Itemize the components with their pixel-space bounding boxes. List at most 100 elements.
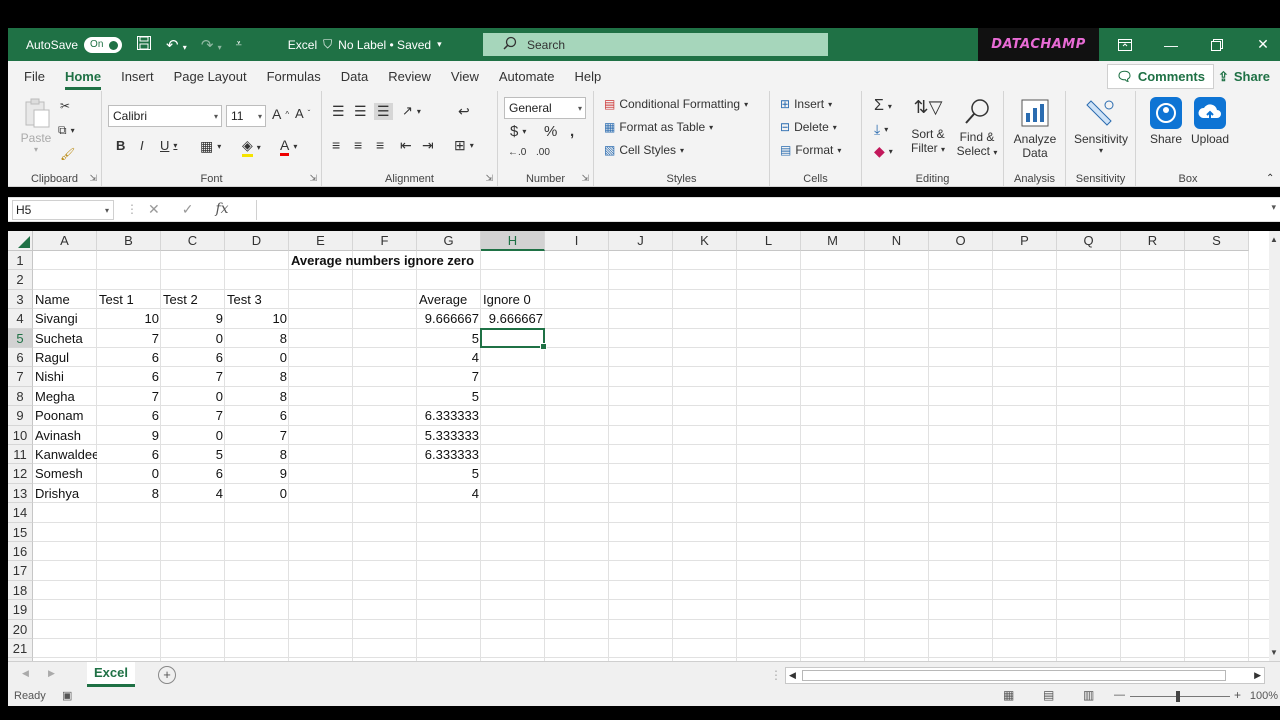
underline-icon[interactable]: U ▾ [160, 138, 177, 153]
align-top-icon[interactable]: ☰ [332, 103, 345, 120]
table-cell-ignore0[interactable] [481, 445, 545, 464]
tab-file[interactable]: File [24, 61, 45, 91]
sort-filter-button[interactable]: ⇅▽ Sort & Filter ▾ [906, 97, 950, 155]
page-break-view-icon[interactable]: ▥ [1083, 688, 1094, 702]
align-middle-icon[interactable]: ☰ [354, 103, 367, 120]
collapse-ribbon-icon[interactable]: ⌃ [1266, 173, 1274, 184]
table-cell-average[interactable]: 4 [417, 484, 481, 503]
table-cell-name[interactable]: Megha [33, 387, 97, 406]
cancel-icon[interactable]: ✕ [148, 201, 160, 218]
zoom-out-icon[interactable]: — [1114, 689, 1125, 701]
table-cell-test1[interactable]: 6 [97, 348, 161, 367]
row-header-2[interactable]: 2 [8, 270, 33, 290]
tab-insert[interactable]: Insert [121, 61, 154, 91]
column-header-m[interactable]: M [801, 231, 865, 251]
align-right-icon[interactable]: ≡ [376, 137, 384, 153]
table-cell-average[interactable]: 6.333333 [417, 406, 481, 425]
scroll-right-icon[interactable]: ▶ [1254, 670, 1261, 681]
align-center-icon[interactable]: ≡ [354, 137, 362, 153]
merge-center-icon[interactable]: ⊞ ▾ [454, 137, 474, 154]
vertical-scrollbar[interactable]: ▲ ▼ [1269, 231, 1280, 661]
restore-icon[interactable] [1194, 28, 1240, 61]
cell-styles-button[interactable]: ▧ Cell Styles ▾ [604, 143, 684, 157]
decrease-indent-icon[interactable]: ⇤ [400, 137, 412, 154]
close-icon[interactable]: ✕ [1240, 28, 1280, 61]
box-share-button[interactable]: Share [1144, 97, 1188, 146]
table-cell-test3[interactable]: 8 [225, 329, 289, 348]
scroll-down-icon[interactable]: ▼ [1270, 648, 1278, 657]
prev-sheet-icon[interactable]: ◀ [22, 668, 29, 679]
table-cell-ignore0[interactable]: 9.666667 [481, 309, 545, 328]
page-layout-view-icon[interactable]: ▤ [1043, 688, 1054, 702]
comments-button[interactable]: 🗨 Comments [1107, 64, 1214, 89]
table-cell-ignore0[interactable] [481, 367, 545, 386]
row-header-21[interactable]: 21 [8, 639, 33, 659]
font-color-icon[interactable]: A ▾ [280, 137, 297, 156]
ribbon-display-icon[interactable] [1102, 28, 1148, 61]
fill-icon[interactable]: ⤓ ▾ [874, 121, 888, 138]
table-cell-ignore0[interactable] [481, 484, 545, 503]
format-as-table-button[interactable]: ▦ Format as Table ▾ [604, 120, 713, 134]
table-cell-test1[interactable]: 8 [97, 484, 161, 503]
table-cell-test1[interactable]: 7 [97, 387, 161, 406]
table-cell-test2[interactable]: 5 [161, 445, 225, 464]
add-sheet-button[interactable]: + [158, 666, 176, 684]
table-cell-name[interactable]: Drishya [33, 484, 97, 503]
font-size-select[interactable]: 11 ▾ [226, 105, 266, 127]
row-header-14[interactable]: 14 [8, 503, 33, 523]
tab-formulas[interactable]: Formulas [267, 61, 321, 91]
share-button[interactable]: ⇪ Share [1212, 64, 1276, 89]
row-header-8[interactable]: 8 [8, 386, 33, 407]
copy-icon[interactable]: ⧉ ▾ [58, 123, 75, 138]
table-cell-test1[interactable]: 7 [97, 329, 161, 348]
bold-icon[interactable]: B [116, 138, 125, 153]
redo-icon[interactable]: ↷ ▾ [201, 36, 222, 54]
increase-font-icon[interactable]: A ^ [272, 106, 289, 122]
horizontal-scrollbar[interactable]: ◀ ▶ [785, 667, 1265, 684]
row-header-4[interactable]: 4 [8, 309, 33, 329]
cut-icon[interactable]: ✂ [60, 99, 70, 113]
row-header-20[interactable]: 20 [8, 619, 33, 639]
name-box[interactable]: H5 ▾ [12, 200, 114, 220]
zoom-slider[interactable] [1130, 696, 1230, 697]
format-painter-icon[interactable]: 🖌 [60, 147, 75, 161]
table-cell-test2[interactable]: 9 [161, 309, 225, 328]
table-cell-name[interactable]: Kanwaldeep [33, 445, 97, 464]
align-bottom-icon[interactable]: ☰ [374, 103, 393, 120]
row-header-10[interactable]: 10 [8, 425, 33, 445]
row-header-5[interactable]: 5 [8, 328, 33, 348]
column-header-c[interactable]: C [161, 231, 225, 251]
decrease-decimal-icon[interactable]: .00 [536, 147, 550, 158]
column-header-g[interactable]: G [417, 231, 481, 251]
header-cell-test1[interactable]: Test 1 [97, 290, 161, 309]
column-header-f[interactable]: F [353, 231, 417, 251]
column-header-d[interactable]: D [225, 231, 289, 251]
fill-color-icon[interactable]: ◈ ▾ [242, 137, 261, 157]
table-cell-test2[interactable]: 0 [161, 426, 225, 445]
column-header-q[interactable]: Q [1057, 231, 1121, 251]
customize-toolbar-icon[interactable]: ⩡ [236, 38, 242, 51]
sheet-tab-excel[interactable]: Excel [87, 662, 135, 687]
save-icon[interactable] [136, 35, 152, 55]
table-cell-test1[interactable]: 10 [97, 309, 161, 328]
row-header-7[interactable]: 7 [8, 367, 33, 387]
column-header-i[interactable]: I [545, 231, 609, 251]
wrap-text-icon[interactable]: ↩ [458, 103, 470, 120]
formula-bar-splitter-icon[interactable]: ⋮ [126, 202, 138, 216]
undo-icon[interactable]: ↶ ▾ [166, 36, 187, 54]
table-cell-test1[interactable]: 0 [97, 464, 161, 483]
column-header-e[interactable]: E [289, 231, 353, 251]
table-cell-ignore0[interactable] [481, 348, 545, 367]
table-cell-test2[interactable]: 0 [161, 387, 225, 406]
table-cell-test3[interactable]: 10 [225, 309, 289, 328]
table-cell-average[interactable]: 6.333333 [417, 445, 481, 464]
row-header-15[interactable]: 15 [8, 522, 33, 542]
borders-icon[interactable]: ▦ ▾ [200, 138, 221, 155]
table-cell-average[interactable]: 5 [417, 464, 481, 483]
table-cell-test3[interactable]: 9 [225, 464, 289, 483]
font-launcher-icon[interactable]: ⇲ [309, 173, 317, 184]
row-header-19[interactable]: 19 [8, 600, 33, 620]
number-format-select[interactable]: General ▾ [504, 97, 586, 119]
horizontal-scroll-thumb[interactable] [802, 670, 1226, 681]
worksheet-grid[interactable]: A B C D E F G H I J K L M N O P Q R S 1 2 3 4 5 6 7 8 9 10 11 12 13 14 15… [8, 231, 1269, 661]
